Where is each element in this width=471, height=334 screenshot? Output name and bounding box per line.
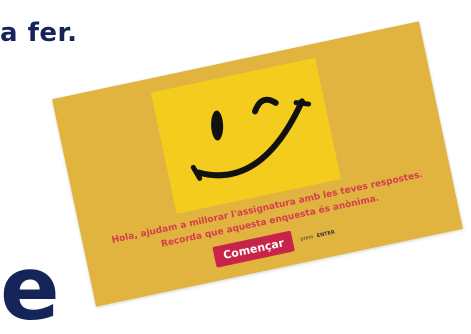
enter-hint-key: ENTER <box>316 229 336 239</box>
survey-welcome-card: Hola, ajudam a millorar l'assignatura am… <box>52 21 463 307</box>
enter-hint-text: prem <box>299 233 314 243</box>
enter-hint: prem ENTER <box>300 229 335 242</box>
background-heading-fragment: a fer. <box>0 18 78 48</box>
background-letter-fragment: e <box>0 237 60 334</box>
